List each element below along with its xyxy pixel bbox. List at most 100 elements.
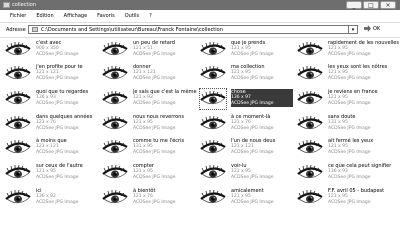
file-type: ACDSee JPG Image [231,200,274,205]
file-label: un peu de retard 121 x 51 ACDSee JPG Image [133,40,195,58]
explorer-window: collection _ □ × Fichier Edition Afficha… [0,0,400,250]
image-thumbnail[interactable] [297,40,323,60]
file-item[interactable]: à ce moment-là 121 x 76 ACDSee JPG Image [200,114,295,136]
file-item[interactable]: nous nous reverrons 121 x 95 ACDSee JPG Im… [102,114,197,136]
file-item[interactable]: c'est avec 900 x 350 ACDSee JPG Image [5,40,100,62]
file-item[interactable]: voir-lu 121 x 95 ACDSee JPG Image [200,163,295,185]
file-item[interactable]: que je prends 121 x 95 ACDSee JPG Image [200,40,295,62]
go-label: OK [373,25,381,32]
file-label: nous nous reverrons 121 x 95 ACDSee JPG Im… [133,114,195,132]
file-item[interactable]: ce que cela peut signifier 136 x 93 ACDSee… [297,163,392,185]
file-item[interactable]: compter 121 x 95 ACDSee JPG Image [102,163,197,185]
image-thumbnail[interactable] [5,188,31,208]
file-item[interactable]: amicalement 121 x 95 ACDSee JPG Image [200,188,295,210]
file-item[interactable]: les yeux sont les nôtres 121 x 95 ACDSee J… [297,64,392,86]
image-thumbnail[interactable] [200,163,226,183]
file-item[interactable]: dans quelques années 121 x 76 ACDSee JPG I… [5,114,100,136]
file-item[interactable]: un peu de retard 121 x 51 ACDSee JPG Image [102,40,197,62]
file-label: ce que cela peut signifier 136 x 93 ACDSee… [328,163,391,181]
chevron-down-icon[interactable]: ▾ [348,26,357,33]
file-label: à moins que 121 x 121 ACDSee JPG Image [36,138,98,156]
menu-file[interactable]: Fichier [10,13,26,19]
image-thumbnail[interactable] [5,64,31,84]
menu-view[interactable]: Affichage [64,13,88,19]
file-label: donner 121 x 121 ACDSee JPG Image [133,64,195,82]
file-item[interactable]: sur ceux de l'autre 121 x 95 ACDSee JPG Im… [5,163,100,185]
file-type: ACDSee JPG Image [133,126,176,131]
file-label: ait fermé les yeux 121 x 95 ACDSee JPG Ima… [328,138,390,156]
go-button[interactable]: OK [364,25,380,32]
file-grid: c'est avec 900 x 350 ACDSee JPG Image un pe… [0,37,400,250]
folder-icon [3,2,10,8]
file-item[interactable]: je reviens en france 121 x 95 ACDSee JPG I… [297,89,392,111]
address-input[interactable]: C:\Documents and Settings\utilisateur\Bu… [28,25,358,34]
image-thumbnail[interactable] [297,64,323,84]
image-thumbnail[interactable] [297,188,323,208]
image-thumbnail[interactable] [199,88,227,110]
image-thumbnail[interactable] [102,138,128,158]
title-bar[interactable]: collection _ □ × [0,0,400,10]
image-thumbnail[interactable] [102,89,128,109]
file-label: quoi que tu regardes 136 x 93 ACDSee JPG I… [36,89,98,107]
file-type: ACDSee JPG Image [328,150,371,155]
file-label: je sais que c'est la même 121 x 93 ACDSee … [133,89,197,107]
file-type: ACDSee JPG Image [36,76,79,81]
menu-edit[interactable]: Edition [36,13,53,19]
file-label: à ce moment-là 121 x 76 ACDSee JPG Image [231,114,293,132]
file-item[interactable]: comme tu me l'écris 131 x 95 ACDSee JPG Im… [102,138,197,160]
file-label: chose 136 x 97 ACDSee JPG Image [231,89,293,107]
image-thumbnail[interactable] [200,64,226,84]
file-item[interactable]: donner 121 x 121 ACDSee JPG Image [102,64,197,86]
file-item[interactable]: ait fermé les yeux 121 x 95 ACDSee JPG Ima… [297,138,392,160]
file-item[interactable]: à bientôt 121 x 76 ACDSee JPG Image [102,188,197,210]
menu-favorites[interactable]: Favoris [97,13,115,19]
file-item[interactable]: ma collection 121 x 95 ACDSee JPG Image [200,64,295,86]
file-type: ACDSee JPG Image [231,126,274,131]
image-thumbnail[interactable] [200,188,226,208]
file-item[interactable]: sans doute 131 x 95 ACDSee JPG Image [297,114,392,136]
file-item[interactable]: je sais que c'est la même 121 x 93 ACDSee … [102,89,197,111]
image-thumbnail[interactable] [5,138,31,158]
image-thumbnail[interactable] [297,89,323,109]
image-thumbnail[interactable] [102,64,128,84]
file-item[interactable]: F.F. avril 05 - budapest 121 x 95 ACDSee J… [297,188,392,210]
image-thumbnail[interactable] [5,114,31,134]
file-item[interactable]: ici 136 x 92 ACDSee JPG Image [5,188,100,210]
image-thumbnail[interactable] [200,138,226,158]
menu-help[interactable]: ? [149,13,152,19]
image-thumbnail[interactable] [102,40,128,60]
image-thumbnail[interactable] [297,138,323,158]
close-button[interactable]: × [380,1,396,9]
file-item[interactable]: j'en profite pour te 121 x 121 ACDSee JPG … [5,64,100,86]
file-type: ACDSee JPG Image [328,200,371,205]
file-label: j'en profite pour te 121 x 121 ACDSee JPG … [36,64,98,82]
file-label: c'est avec 900 x 350 ACDSee JPG Image [36,40,98,58]
file-type: ACDSee JPG Image [133,200,176,205]
image-thumbnail[interactable] [297,114,323,134]
image-thumbnail[interactable] [5,89,31,109]
file-item[interactable]: à moins que 121 x 121 ACDSee JPG Image [5,138,100,160]
menu-tools[interactable]: Outils [125,13,139,19]
file-label: sur ceux de l'autre 121 x 95 ACDSee JPG Im… [36,163,98,181]
maximize-button[interactable]: □ [363,1,379,9]
file-label: ma collection 121 x 95 ACDSee JPG Image [231,64,293,82]
file-type: ACDSee JPG Image [231,76,274,81]
file-item[interactable]: l'un de nous deux 121 x 121 ACDSee JPG Ima… [200,138,295,160]
file-type: ACDSee JPG Image [328,101,371,106]
image-thumbnail[interactable] [5,163,31,183]
file-item[interactable]: chose 136 x 97 ACDSee JPG Image [199,88,295,111]
file-item[interactable]: quoi que tu regardes 136 x 93 ACDSee JPG I… [5,89,100,111]
image-thumbnail[interactable] [102,163,128,183]
image-thumbnail[interactable] [200,40,226,60]
image-thumbnail[interactable] [5,40,31,60]
file-label: ici 136 x 92 ACDSee JPG Image [36,188,98,206]
minimize-button[interactable]: _ [346,1,362,9]
image-thumbnail[interactable] [200,114,226,134]
image-thumbnail[interactable] [102,188,128,208]
image-thumbnail[interactable] [102,114,128,134]
file-type: ACDSee JPG Image [133,101,176,106]
file-type: ACDSee JPG Image [231,175,274,180]
file-item[interactable]: rapidement de les nouvelles 121 x 95 ACDSe… [297,40,399,62]
file-type: ACDSee JPG Image [231,101,274,106]
image-thumbnail[interactable] [297,163,323,183]
